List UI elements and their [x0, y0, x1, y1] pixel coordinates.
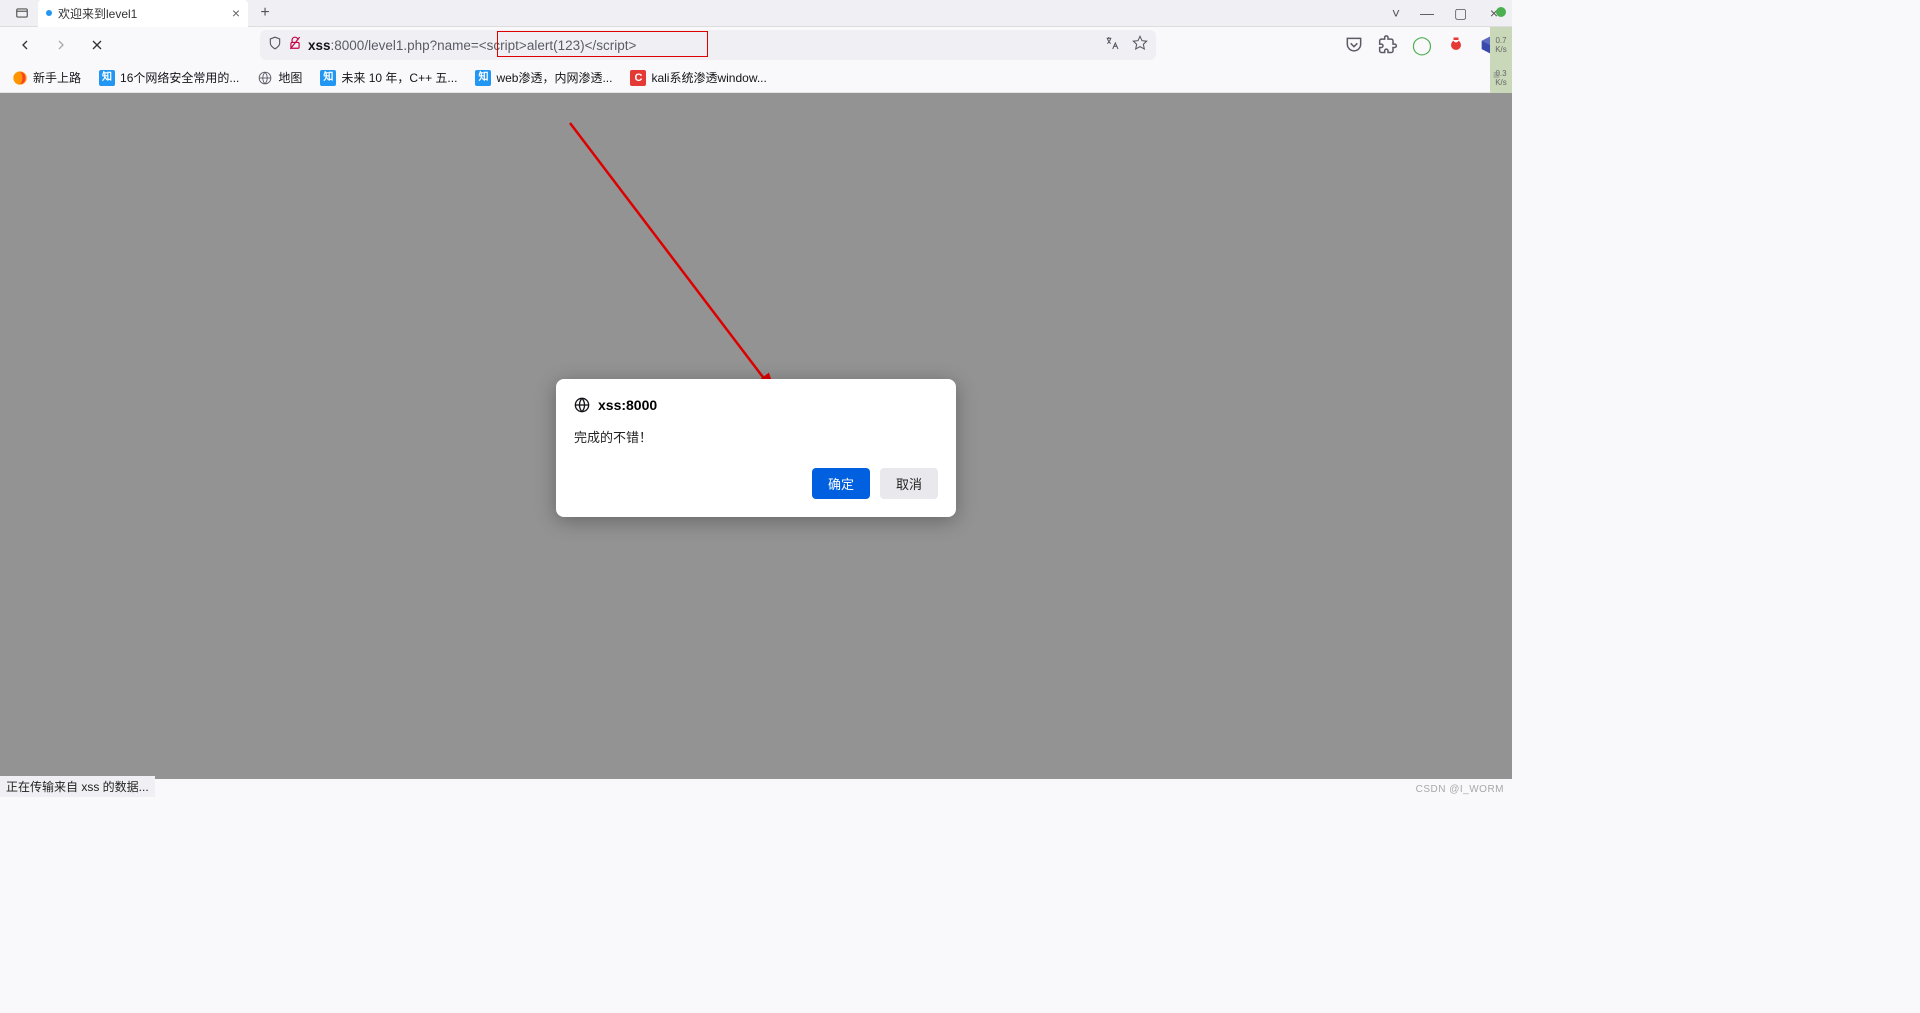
bookmark-label: kali系统渗透window... [651, 69, 766, 86]
forward-button[interactable] [48, 32, 74, 58]
url-host: xss [308, 38, 331, 53]
address-toolbar: xss:8000/level1.php?name=<script>alert(1… [0, 27, 1512, 63]
tabs-dropdown-icon[interactable]: ˅ [1392, 5, 1400, 21]
bookmark-label: 16个网络安全常用的... [120, 69, 239, 86]
dialog-buttons: 确定 取消 [574, 468, 938, 499]
tab-close-button[interactable]: × [232, 5, 240, 21]
globe-icon [574, 397, 590, 413]
system-indicator-icon [1496, 7, 1506, 17]
bookmarks-bar: 新手上路 知 16个网络安全常用的... 地图 知 未来 10 年，C++ 五.… [0, 63, 1512, 93]
url-text: xss:8000/level1.php?name=<script>alert(1… [308, 38, 636, 53]
url-action-icons [1104, 35, 1148, 56]
alert-dialog: xss:8000 完成的不错！ 确定 取消 [556, 379, 956, 517]
bookmark-item-3[interactable]: 知 未来 10 年，C++ 五... [320, 69, 457, 86]
url-query: <script>alert(123)</script> [479, 38, 637, 53]
tab-title: 欢迎来到level1 [58, 5, 137, 22]
new-tab-button[interactable]: + [252, 0, 278, 26]
meter-unit: K/s [1495, 45, 1507, 54]
dialog-host: xss:8000 [598, 397, 657, 413]
bookmark-star-icon[interactable] [1132, 35, 1148, 56]
page-content: xss:8000 完成的不错！ 确定 取消 [0, 93, 1512, 779]
bookmark-label: web渗透，内网渗透... [496, 69, 612, 86]
shield-icon[interactable] [268, 36, 282, 55]
zhihu-icon: 知 [99, 70, 115, 86]
browser-tab[interactable]: 欢迎来到level1 × [38, 0, 248, 27]
bookmark-item-4[interactable]: 知 web渗透，内网渗透... [475, 69, 612, 86]
annotation-arrow [560, 118, 790, 408]
bookmark-label: 未来 10 年，C++ 五... [341, 69, 457, 86]
bookmark-item-5[interactable]: C kali系统渗透window... [630, 69, 766, 86]
toolbar-extensions: ◯ [1344, 35, 1500, 55]
extensions-icon[interactable] [1378, 35, 1398, 55]
back-button[interactable] [12, 32, 38, 58]
csdn-icon: C [630, 70, 646, 86]
pocket-icon[interactable] [1344, 35, 1364, 55]
extension-green-icon[interactable]: ◯ [1412, 35, 1432, 55]
zhihu-icon: 知 [475, 70, 491, 86]
minimize-button[interactable]: — [1420, 5, 1432, 21]
bookmark-label: 地图 [278, 69, 302, 86]
maximize-button[interactable]: ▢ [1454, 5, 1466, 22]
side-menu-icon[interactable]: ≡ [1493, 68, 1509, 82]
url-path: /level1.php?name= [364, 38, 478, 53]
extension-bug-icon[interactable] [1446, 35, 1466, 55]
url-bar[interactable]: xss:8000/level1.php?name=<script>alert(1… [260, 30, 1156, 60]
dialog-cancel-button[interactable]: 取消 [880, 468, 938, 499]
status-bar: 正在传输来自 xss 的数据... [0, 776, 155, 797]
bookmark-item-0[interactable]: 新手上路 [12, 69, 81, 86]
bookmark-item-1[interactable]: 知 16个网络安全常用的... [99, 69, 239, 86]
stop-reload-button[interactable] [84, 32, 110, 58]
window-controls: — ▢ × [1420, 5, 1500, 22]
insecure-lock-icon[interactable] [288, 36, 302, 55]
tab-loading-dot [46, 10, 52, 16]
dialog-header: xss:8000 [574, 397, 938, 413]
network-meter-upload: 0.7 K/s [1490, 27, 1512, 63]
watermark-text: CSDN @I_WORM [1416, 784, 1504, 795]
firefox-icon [12, 70, 28, 86]
globe-icon [257, 70, 273, 86]
tab-bar-right: ˅ — ▢ × [1392, 5, 1512, 22]
bookmark-item-2[interactable]: 地图 [257, 69, 302, 86]
bookmark-label: 新手上路 [33, 69, 81, 86]
zhihu-icon: 知 [320, 70, 336, 86]
dialog-ok-button[interactable]: 确定 [812, 468, 870, 499]
meter-value: 0.7 [1495, 36, 1506, 45]
url-port: :8000 [331, 38, 365, 53]
dialog-message: 完成的不错！ [574, 427, 938, 446]
tab-bar: 欢迎来到level1 × + ˅ — ▢ × [0, 0, 1512, 27]
pinned-tab-icon[interactable] [8, 2, 36, 24]
translate-icon[interactable] [1104, 35, 1120, 56]
